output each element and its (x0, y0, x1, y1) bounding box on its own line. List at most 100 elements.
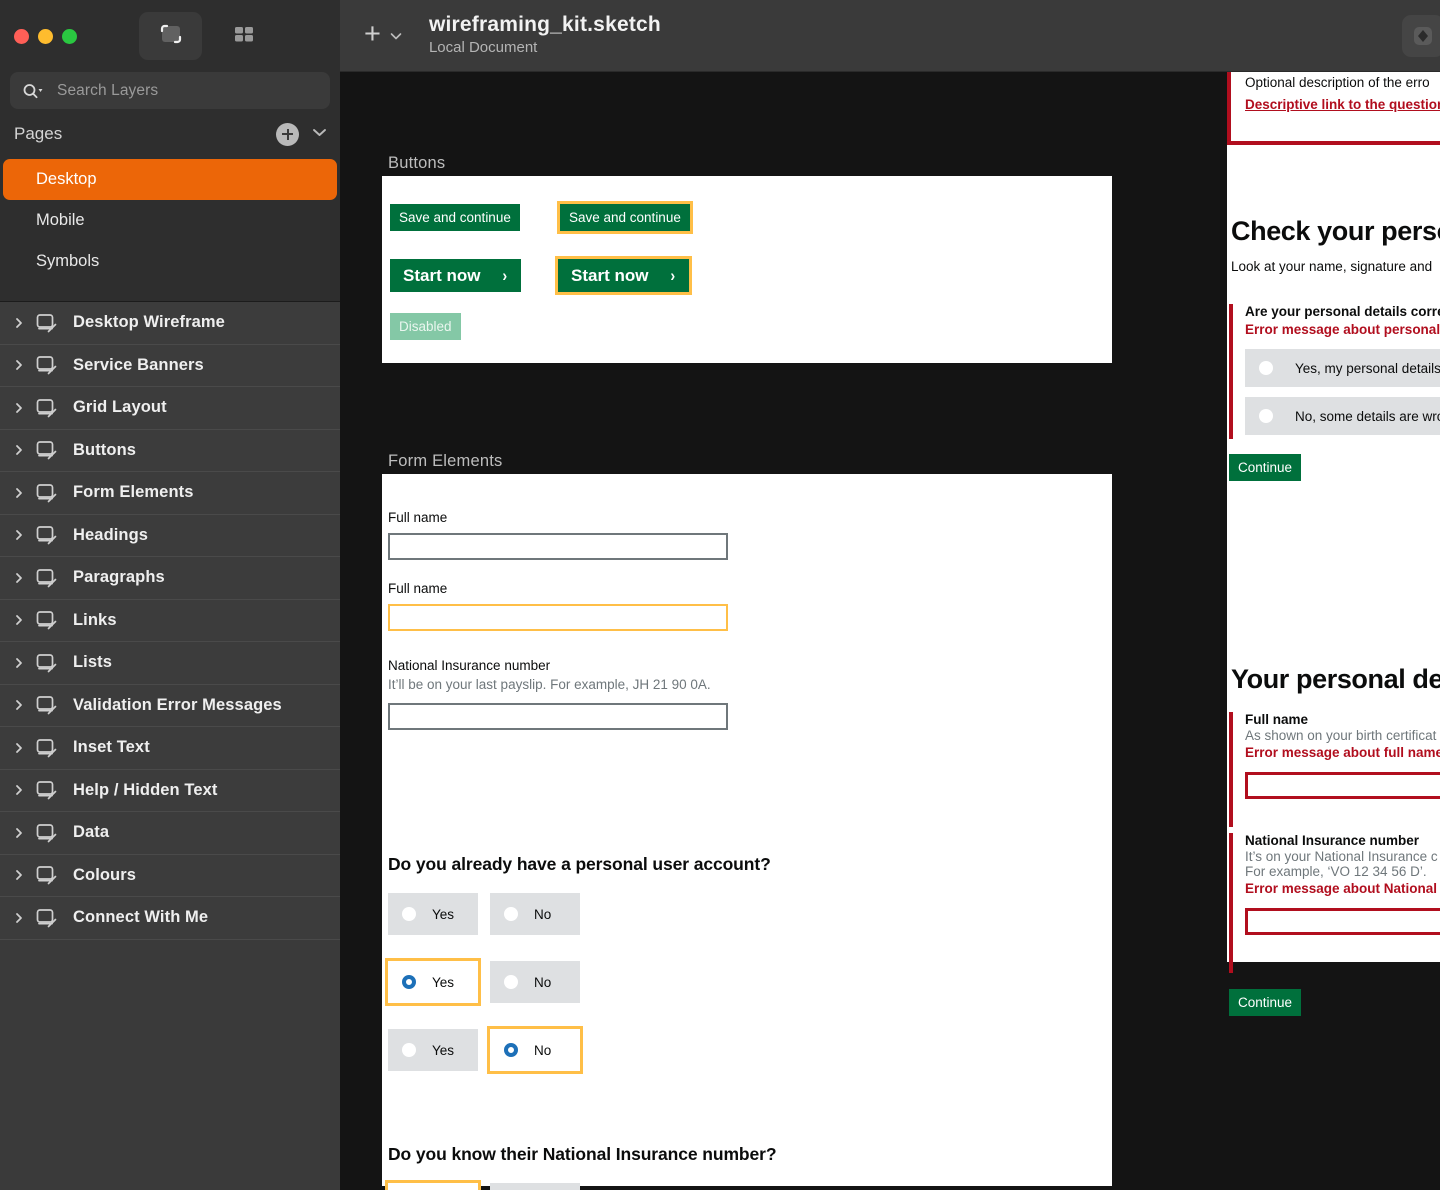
save-and-continue-button[interactable]: Save and continue (390, 204, 520, 231)
chevron-right-icon[interactable] (10, 613, 28, 627)
chevron-right-icon[interactable] (10, 401, 28, 415)
radio-option[interactable]: Yes, my personal details (1245, 349, 1440, 387)
check-details-error-block: Are your personal details corre Error me… (1229, 304, 1440, 439)
chevron-right-icon[interactable] (10, 741, 28, 755)
field-group-full-name-focused: Full name (388, 581, 728, 631)
chevron-right-icon[interactable] (10, 656, 28, 670)
question-legend: Do you already have a personal user acco… (388, 854, 771, 874)
field-label: National Insurance number (388, 658, 551, 673)
layer-name: Buttons (73, 440, 137, 459)
artboard-icon (35, 398, 61, 418)
layer-row[interactable]: Grid Layout (0, 387, 340, 430)
chevron-right-icon[interactable] (10, 911, 28, 925)
layer-row[interactable]: Data (0, 812, 340, 855)
national-insurance-hint-2: For example, ‘VO 12 34 56 D’. (1245, 864, 1427, 879)
chevron-down-icon[interactable] (311, 125, 328, 143)
layer-row[interactable]: Paragraphs (0, 557, 340, 600)
chevron-right-icon[interactable] (10, 358, 28, 372)
close-window-button[interactable] (14, 28, 29, 44)
check-details-paragraph: Look at your name, signature and (1231, 259, 1433, 274)
continue-button-your-details[interactable]: Continue (1229, 989, 1302, 1016)
artboard-buttons[interactable]: Save and continue Save and continue Star… (382, 176, 1112, 363)
layer-row[interactable]: Connect With Me (0, 897, 340, 940)
layer-row[interactable]: Service Banners (0, 345, 340, 387)
national-insurance-error-block: National Insurance number It’s on your N… (1229, 833, 1440, 973)
radio-group-row: Yes No (388, 893, 771, 935)
insert-button[interactable]: + (364, 20, 381, 49)
design-canvas[interactable]: Buttons Save and continue Save and conti… (340, 72, 1440, 1190)
radio-option-yes[interactable]: Yes (388, 893, 478, 935)
artboard-icon (35, 908, 61, 928)
component-icon[interactable] (1402, 15, 1440, 57)
layer-row[interactable]: Headings (0, 515, 340, 557)
radio-indicator-icon (504, 907, 518, 921)
save-and-continue-button-focused[interactable]: Save and continue (557, 201, 693, 234)
chevron-right-icon[interactable] (10, 783, 28, 797)
layers-empty-space (0, 939, 340, 1190)
radio-option-no[interactable]: No (490, 961, 580, 1003)
chevron-right-icon[interactable] (10, 868, 28, 882)
layer-name: Data (73, 823, 110, 842)
chevron-right-icon[interactable] (10, 486, 28, 500)
radio-option-no[interactable]: No (490, 893, 580, 935)
artboard-label-form-elements[interactable]: Form Elements (388, 452, 502, 471)
layer-row[interactable]: Buttons (0, 430, 340, 472)
radio-option-no[interactable]: No (487, 1026, 583, 1074)
national-insurance-error-input[interactable] (1245, 908, 1440, 935)
layer-row[interactable]: Links (0, 600, 340, 642)
radio-option-yes[interactable]: Yes (388, 1029, 478, 1071)
page-item-symbols[interactable]: Symbols (3, 241, 337, 282)
chevron-right-icon[interactable] (10, 316, 28, 330)
field-label: Full name (388, 581, 448, 596)
chevron-right-icon[interactable] (10, 528, 28, 542)
chevron-right-icon[interactable] (10, 698, 28, 712)
full-name-input[interactable] (388, 532, 728, 560)
artboard-label-buttons[interactable]: Buttons (388, 154, 445, 173)
view-toggle-group (139, 12, 275, 60)
search-input[interactable]: Search Layers (10, 72, 330, 109)
radio-label: Yes, my personal details (1295, 360, 1440, 376)
radio-option-yes[interactable]: Yes (385, 1180, 481, 1190)
layer-row[interactable]: Desktop Wireframe (0, 302, 340, 345)
grid-view-button[interactable] (212, 12, 275, 60)
radio-label: Yes (432, 906, 455, 922)
full-name-error-input[interactable] (1245, 772, 1440, 799)
search-placeholder: Search Layers (57, 81, 159, 99)
continue-button-check-details[interactable]: Continue (1229, 454, 1302, 481)
full-name-input-focused[interactable] (388, 603, 728, 631)
start-now-button[interactable]: Start now › (390, 259, 522, 292)
question-legend: Do you know their National Insurance num… (388, 1144, 777, 1164)
artboard-validation-error-messages[interactable]: Optional description of the erro Descrip… (1227, 72, 1440, 1016)
canvas-view-button[interactable] (139, 12, 202, 60)
chevron-right-icon[interactable] (10, 443, 28, 457)
chevron-right-icon[interactable] (10, 826, 28, 840)
layer-row[interactable]: Help / Hidden Text (0, 770, 340, 812)
error-summary-link[interactable]: Descriptive link to the question (1245, 97, 1440, 112)
page-item-desktop[interactable]: Desktop (3, 159, 337, 200)
search-icon (22, 83, 44, 99)
start-now-button-focused[interactable]: Start now › (554, 256, 693, 295)
insert-chevron-down-icon[interactable] (389, 31, 403, 41)
layer-name: Form Elements (73, 483, 194, 502)
radio-option[interactable]: No, some details are wro (1245, 397, 1440, 435)
question-group-know-ni-number: Do you know their National Insurance num… (385, 1144, 777, 1190)
add-page-button[interactable] (276, 122, 299, 146)
page-item-mobile[interactable]: Mobile (3, 200, 337, 241)
layer-row[interactable]: Colours (0, 855, 340, 897)
national-insurance-input[interactable] (388, 703, 728, 731)
radio-option-no[interactable]: No (490, 1183, 580, 1190)
layer-row[interactable]: Lists (0, 642, 340, 685)
artboard-icon (35, 313, 61, 333)
layer-row[interactable]: Form Elements (0, 472, 340, 515)
artboard-icon (35, 483, 61, 503)
minimize-window-button[interactable] (38, 28, 53, 44)
layer-row[interactable]: Inset Text (0, 727, 340, 770)
zoom-window-button[interactable] (62, 28, 77, 44)
sketch-app-window: Search Layers Pages Desktop Mobile Symbo… (0, 0, 1440, 1190)
titlebar (0, 0, 340, 72)
layer-row[interactable]: Validation Error Messages (0, 685, 340, 727)
chevron-right-icon[interactable] (10, 571, 28, 585)
artboard-form-elements[interactable]: Full name Full name National Insurance n… (382, 474, 1112, 1190)
radio-option-yes[interactable]: Yes (385, 958, 481, 1006)
artboard-icon (35, 568, 61, 588)
